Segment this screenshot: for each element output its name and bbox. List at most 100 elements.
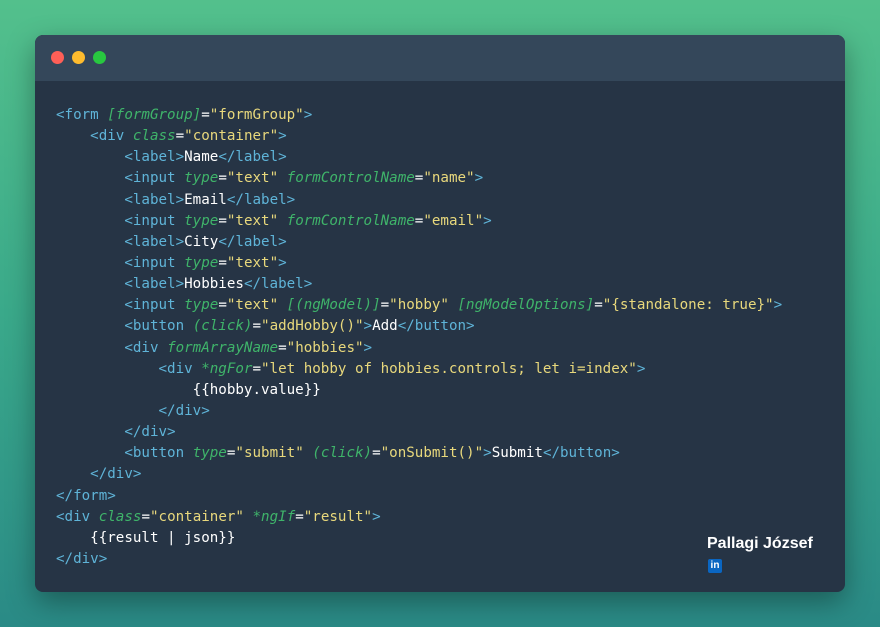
code-token-attr: [(ngModel)] — [286, 297, 381, 314]
code-line: <button (click)="addHobby()">Add</button… — [56, 316, 782, 337]
code-token-tag: <input — [124, 212, 185, 229]
code-token-txt: = — [218, 212, 227, 229]
code-token-attr: [ngModelOptions] — [457, 297, 595, 314]
code-token-txt: = — [252, 318, 262, 335]
code-token-tag: <div — [124, 339, 168, 356]
code-token-txt: = — [141, 508, 150, 525]
code-token-txt: = — [201, 107, 210, 123]
code-token-tag: > — [303, 107, 313, 123]
code-line: {{result | json}} — [56, 528, 782, 549]
code-window: <form [formGroup]="formGroup"> <div clas… — [35, 35, 845, 592]
code-token-str: "result" — [303, 508, 373, 525]
code-token-tag: <input — [124, 170, 185, 187]
code-token-tag: > — [773, 297, 783, 314]
code-token-tag: > — [483, 445, 492, 462]
code-token-str: "let hobby of hobbies.controls; let i=in… — [261, 360, 637, 377]
code-token-attr: *ngIf — [252, 508, 296, 525]
code-token-attr: type — [192, 445, 227, 462]
linkedin-icon[interactable]: in — [708, 559, 722, 573]
code-line: <label>Email</label> — [56, 190, 782, 211]
code-token-tag: <label> — [124, 149, 185, 166]
code-line: <input type="text"> — [56, 253, 782, 274]
code-token-tag: <input — [124, 297, 185, 314]
code-line: <input type="text" formControlName="name… — [56, 168, 782, 189]
code-token-str: "submit" — [235, 445, 304, 462]
code-token-tag: <label> — [124, 233, 185, 250]
code-line: </div> — [56, 422, 782, 443]
code-line: </form> — [56, 486, 782, 507]
code-token-attr: formControlName — [286, 170, 415, 187]
code-token-attr: formControlName — [286, 212, 415, 229]
code-line: </div> — [56, 549, 782, 570]
code-token-str: "hobby" — [389, 297, 449, 314]
maximize-window-button[interactable] — [93, 51, 106, 64]
code-token-txt: Name — [184, 149, 219, 166]
code-token-txt: Add — [372, 318, 398, 335]
code-line: </div> — [56, 464, 782, 485]
code-token-txt: Submit — [491, 445, 543, 462]
code-token-tag: <div — [56, 508, 99, 525]
code-token-tag: </div> — [158, 402, 210, 419]
code-token-tag: <div — [158, 360, 202, 377]
code-token-tag: > — [483, 212, 492, 229]
code-line: <div *ngFor="let hobby of hobbies.contro… — [56, 359, 782, 380]
minimize-window-button[interactable] — [72, 51, 85, 64]
code-token-tag: <button — [124, 318, 193, 335]
code-token-tag: > — [278, 254, 287, 271]
code-token-str: "addHobby()" — [261, 318, 364, 335]
code-line: <div formArrayName="hobbies"> — [56, 338, 782, 359]
code-line: <button type="submit" (click)="onSubmit(… — [56, 443, 782, 464]
code-token-txt: = — [380, 297, 390, 314]
code-line: <div class="container"> — [56, 126, 782, 147]
code-token-tag: <button — [124, 445, 193, 462]
code-token-tag: </div> — [56, 550, 108, 567]
code-token-txt: City — [184, 233, 219, 250]
code-token-str: "email" — [423, 212, 484, 229]
code-token-tag: </button> — [397, 318, 475, 335]
code-token-str: "{standalone: true}" — [602, 297, 774, 314]
code-token-tag: </form> — [56, 487, 116, 504]
code-token-tag: </label> — [218, 149, 287, 166]
code-line: {{hobby.value}} — [56, 380, 782, 401]
code-token-str: "container" — [184, 128, 279, 145]
code-token-txt: = — [218, 254, 227, 271]
code-token-txt: {{result | json}} — [56, 529, 236, 546]
code-token-txt: = — [278, 339, 287, 356]
code-token-tag: </button> — [542, 445, 620, 462]
code-block: <form [formGroup]="formGroup"> <div clas… — [56, 105, 782, 570]
code-token-txt: = — [218, 170, 227, 187]
code-token-str: "container" — [149, 508, 244, 525]
code-token-txt: = — [175, 128, 185, 145]
code-line: <form [formGroup]="formGroup"> — [56, 105, 782, 126]
code-line: <label>City</label> — [56, 232, 782, 253]
code-line: <label>Name</label> — [56, 147, 782, 168]
code-token-attr: class — [132, 128, 176, 145]
code-token-str: "formGroup" — [209, 107, 304, 123]
author-name: Pallagi József — [707, 535, 813, 552]
code-token-tag: </label> — [226, 191, 296, 208]
code-token-attr: [formGroup] — [107, 107, 202, 123]
close-window-button[interactable] — [51, 51, 64, 64]
code-token-tag: <div — [90, 128, 133, 145]
code-token-str: "name" — [423, 170, 475, 187]
code-token-tag: <label> — [124, 276, 185, 293]
code-token-txt: = — [372, 445, 381, 462]
code-token-tag: </div> — [90, 466, 142, 483]
code-token-tag: > — [363, 339, 373, 356]
